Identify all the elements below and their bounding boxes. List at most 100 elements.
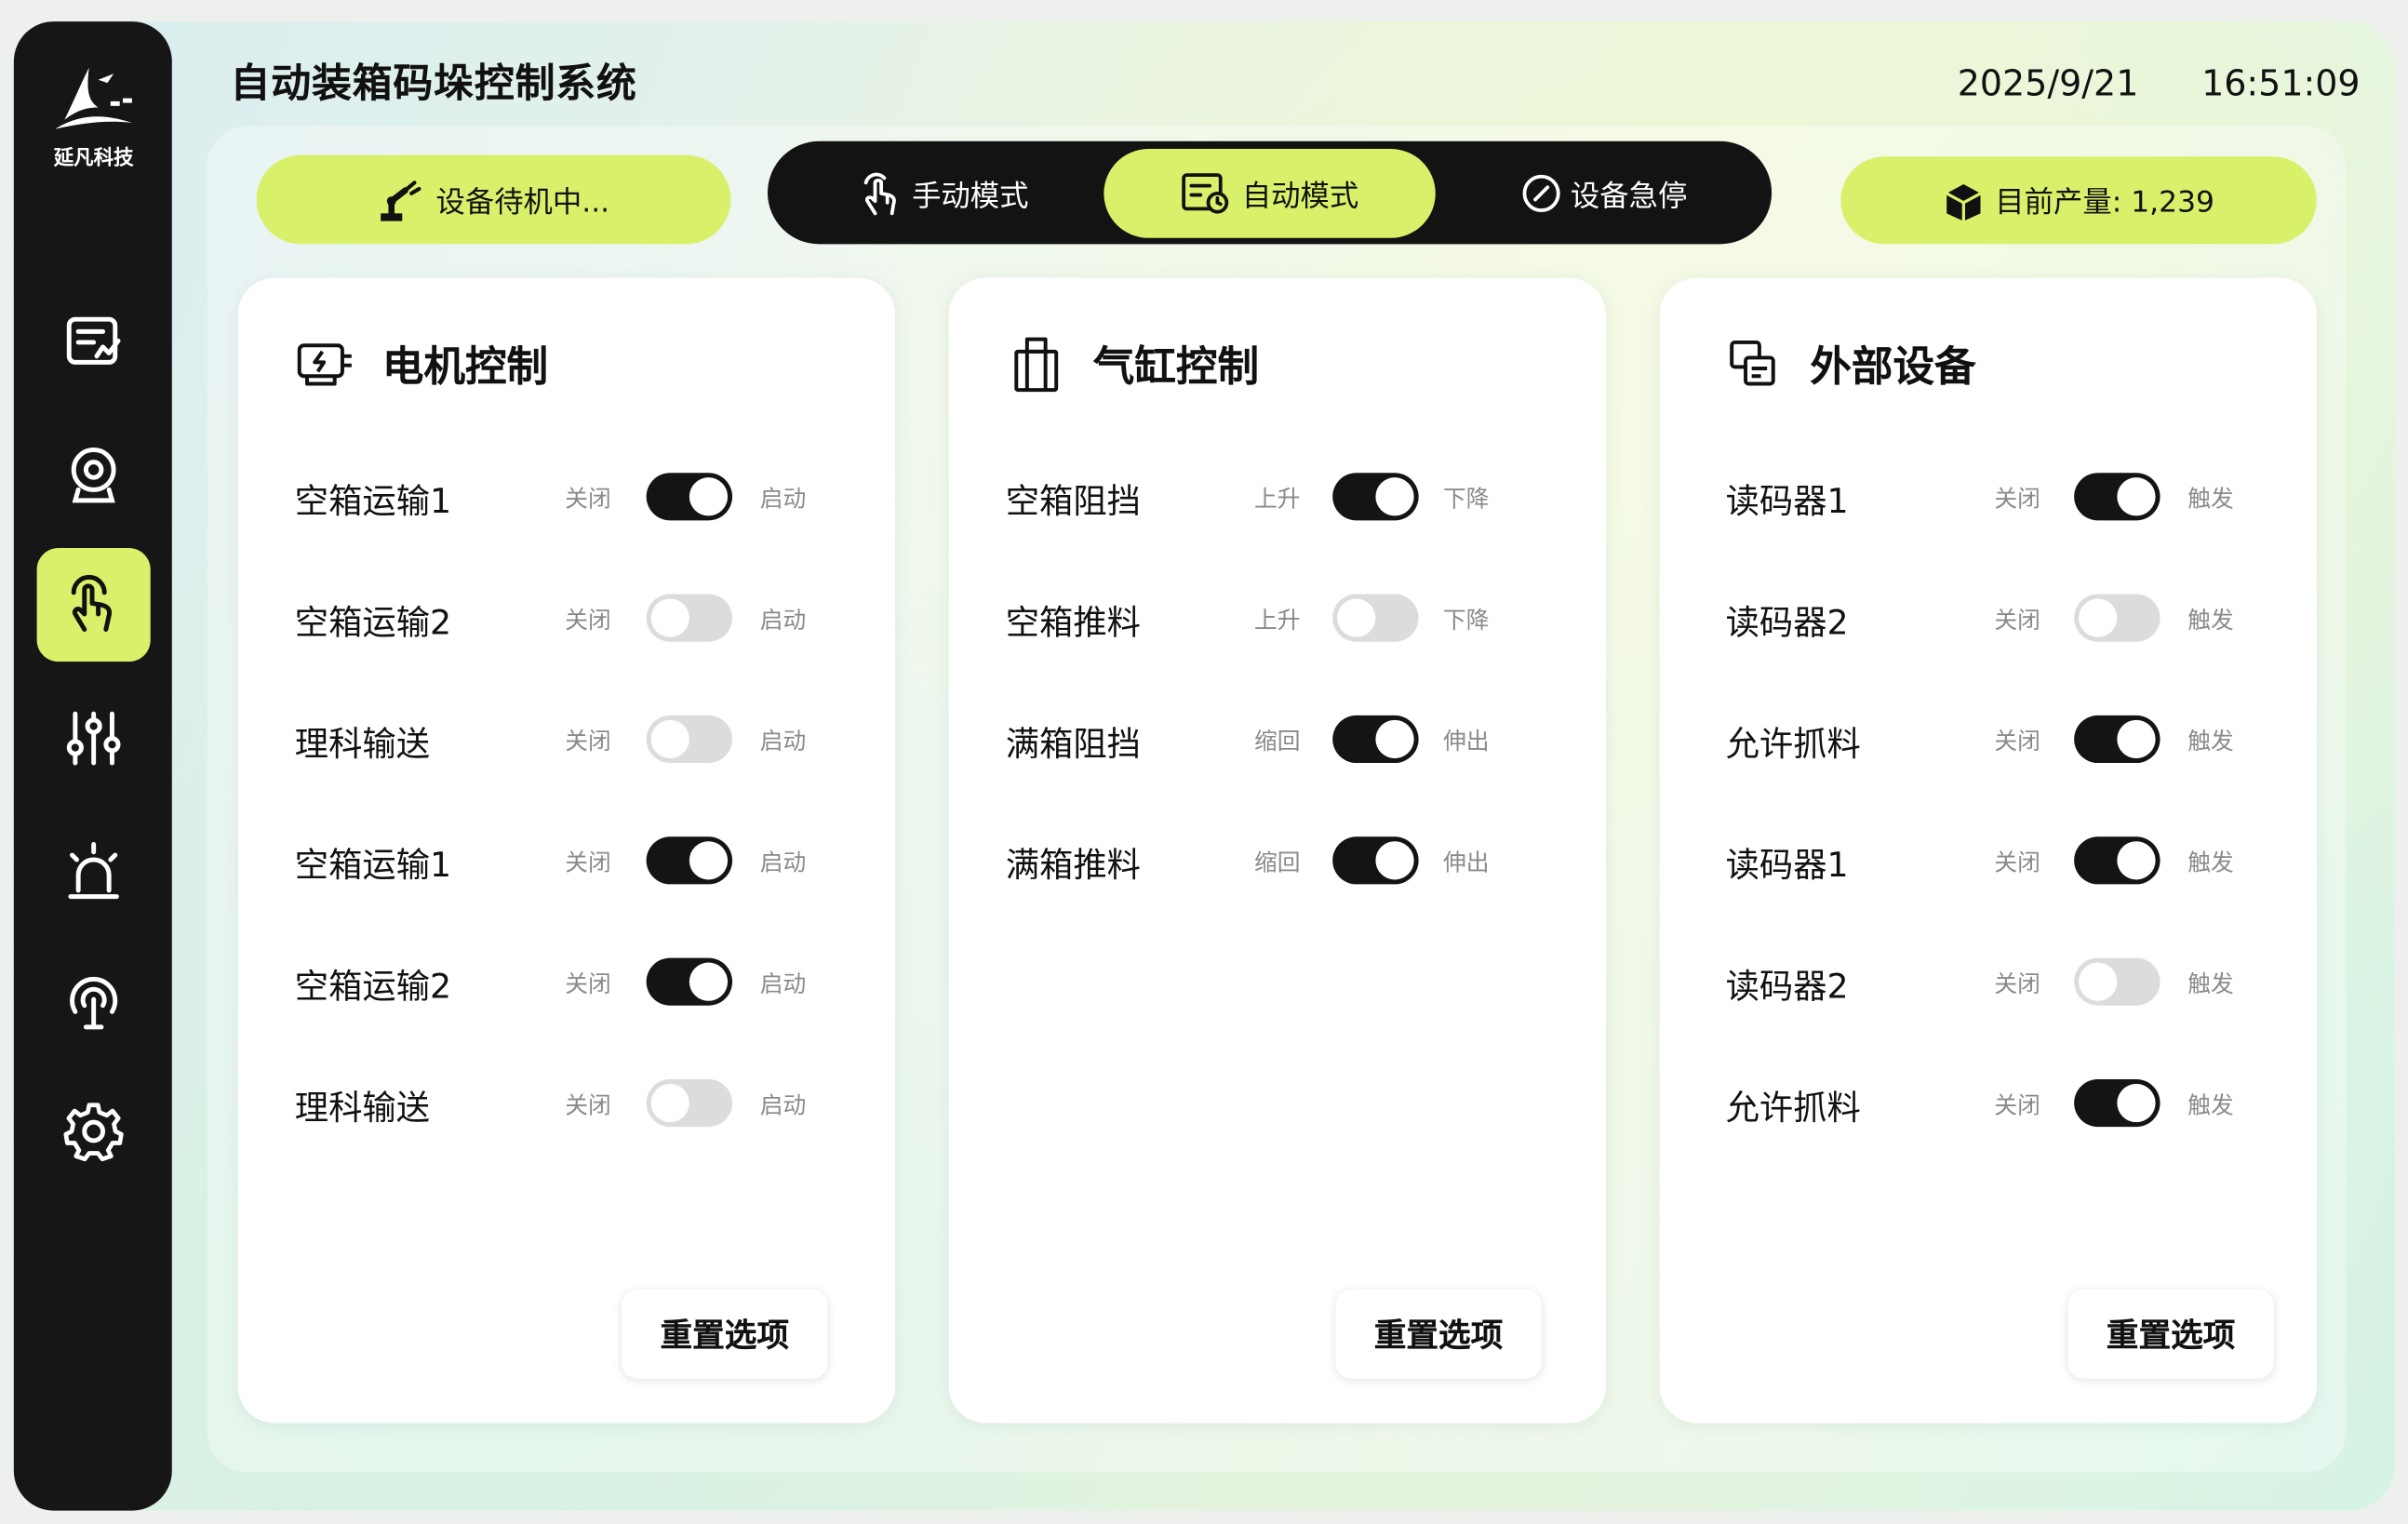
motor-icon	[295, 336, 356, 391]
motor-row-toggle-switch[interactable]	[646, 1078, 733, 1128]
production-count-text: 目前产量: 1,239	[1995, 185, 2214, 220]
motor-row-toggle-switch[interactable]	[646, 836, 733, 885]
motor-card-title-text: 电机控制	[381, 343, 549, 392]
motor-card-title: 电机控制	[295, 333, 548, 393]
cylinder-row-off-label: 上升	[1254, 606, 1301, 635]
cylinder-card-title-text: 气缸控制	[1092, 343, 1259, 392]
cylinder-row-toggle-switch[interactable]	[1332, 594, 1419, 642]
motor-row-off-label: 关闭	[565, 728, 611, 755]
nav-alarm-icon[interactable]	[61, 840, 126, 904]
external-row-off-label: 关闭	[1994, 969, 2040, 998]
cylinder-row-label: 空箱阻挡	[1005, 483, 1141, 522]
external-row-on-label: 触发	[2187, 485, 2234, 514]
toggle-knob	[689, 477, 729, 516]
external-row-toggle-switch[interactable]	[2074, 1078, 2161, 1128]
external-card-title: 外部设备	[1722, 333, 1976, 393]
box-icon	[1945, 183, 1981, 221]
external-row-label: 允许抓料	[1725, 1090, 1861, 1129]
external-row-label: 允许抓料	[1725, 726, 1861, 765]
cylinder-reset-button[interactable]: 重置选项	[1335, 1290, 1542, 1379]
cylinder-row-label: 满箱阻挡	[1005, 726, 1141, 765]
motor-row-label: 理科输送	[294, 726, 431, 765]
motor-row-label: 空箱运输1	[294, 847, 452, 887]
logo-text: 延凡科技	[53, 147, 134, 171]
toggle-knob	[2079, 962, 2118, 1001]
nav-report-icon[interactable]	[61, 309, 126, 373]
toggle-knob	[689, 841, 729, 880]
motor-row-off-label: 关闭	[565, 606, 611, 635]
toggle-knob	[1337, 598, 1376, 637]
motor-row-on-label: 启动	[759, 1091, 807, 1119]
motor-row-on-label: 启动	[759, 485, 807, 514]
cylinder-row-off-label: 缩回	[1254, 728, 1301, 755]
date-display: 2025/9/21	[1957, 64, 2139, 105]
cylinder-row-toggle-switch[interactable]	[1332, 836, 1419, 885]
device-status-badge: 设备待机中...	[256, 154, 731, 245]
motor-row-label: 空箱运输1	[294, 483, 452, 522]
motor-row-label: 空箱运输2	[294, 969, 452, 1008]
external-row-off-label: 关闭	[1994, 849, 2040, 877]
toggle-knob	[1375, 477, 1414, 516]
cylinder-row-toggle-switch[interactable]	[1332, 473, 1419, 521]
auto-mode-label: 自动模式	[1241, 179, 1359, 213]
motor-row-toggle-switch[interactable]	[646, 594, 733, 642]
toggle-knob	[2117, 477, 2156, 516]
external-row-toggle-switch[interactable]	[2074, 594, 2161, 642]
cylinder-row-on-label: 伸出	[1443, 849, 1490, 877]
cylinder-control-card: 气缸控制 空箱阻挡 上升 下降 空箱推料 上升 下降 满箱阻挡 缩回 伸出 满箱推料 缩回 伸出 重置…	[948, 277, 1606, 1424]
motor-row-toggle-switch[interactable]	[646, 715, 733, 764]
mode-selector: 手动模式 自动模式 设备急停	[768, 140, 1773, 245]
external-row-toggle-switch[interactable]	[2074, 957, 2161, 1006]
toggle-knob	[2079, 598, 2118, 637]
motor-row-off-label: 关闭	[565, 849, 611, 877]
cylinder-row-on-label: 下降	[1443, 485, 1490, 514]
toggle-knob	[2117, 1083, 2156, 1123]
external-row-off-label: 关闭	[1994, 1091, 2040, 1119]
motor-row-toggle-switch[interactable]	[646, 957, 733, 1006]
logo-icon	[55, 67, 132, 129]
toggle-knob	[650, 598, 689, 637]
motor-row-toggle-switch[interactable]	[646, 473, 733, 521]
auto-mode-button[interactable]: 自动模式	[1104, 149, 1436, 238]
time-display: 16:51:09	[2201, 64, 2361, 105]
motor-row-on-label: 启动	[759, 728, 807, 755]
external-reset-button[interactable]: 重置选项	[2067, 1290, 2274, 1379]
external-row-label: 读码器1	[1725, 847, 1849, 887]
nav-broadcast-icon[interactable]	[61, 970, 126, 1035]
external-row-on-label: 触发	[2187, 728, 2234, 755]
emergency-stop-label: 设备急停	[1570, 179, 1688, 213]
nav-gear-icon[interactable]	[61, 1099, 126, 1163]
devices-icon	[1722, 336, 1784, 391]
manual-mode-button[interactable]: 手动模式	[789, 149, 1096, 238]
external-row-toggle-switch[interactable]	[2074, 715, 2161, 764]
app-title: 自动装箱码垛控制系统	[230, 61, 637, 108]
cylinder-row-label: 满箱推料	[1005, 847, 1141, 887]
cylinder-row-on-label: 伸出	[1443, 728, 1490, 755]
auto-document-icon	[1182, 173, 1229, 214]
external-row-on-label: 触发	[2187, 969, 2234, 998]
device-status-text: 设备待机中...	[435, 184, 610, 220]
nav-camera-icon[interactable]	[61, 442, 126, 506]
robot-arm-icon	[381, 180, 421, 221]
motor-row-off-label: 关闭	[565, 1091, 611, 1119]
nav-hand-touch-icon[interactable]	[61, 571, 126, 635]
toggle-knob	[1375, 841, 1414, 880]
cylinder-icon	[1006, 336, 1067, 392]
manual-mode-label: 手动模式	[912, 179, 1029, 213]
external-row-toggle-switch[interactable]	[2074, 473, 2161, 521]
toggle-knob	[2117, 841, 2156, 880]
motor-row-off-label: 关闭	[565, 969, 611, 998]
stop-circle-icon	[1522, 174, 1560, 212]
nav-sliders-icon[interactable]	[61, 706, 126, 770]
cylinder-row-label: 空箱推料	[1005, 605, 1141, 644]
external-devices-card: 外部设备 读码器1 关闭 触发 读码器2 关闭 触发 允许抓料 关闭 触发 读码器1 关闭 触发 读码器…	[1659, 277, 2317, 1424]
external-row-label: 读码器1	[1725, 483, 1849, 522]
external-row-toggle-switch[interactable]	[2074, 836, 2161, 885]
motor-reset-button[interactable]: 重置选项	[622, 1290, 828, 1379]
cylinder-row-off-label: 上升	[1254, 485, 1301, 514]
external-row-label: 读码器2	[1725, 969, 1849, 1008]
cylinder-row-toggle-switch[interactable]	[1332, 715, 1419, 764]
external-row-off-label: 关闭	[1994, 606, 2040, 635]
external-row-on-label: 触发	[2187, 849, 2234, 877]
emergency-stop-button[interactable]: 设备急停	[1459, 149, 1751, 238]
